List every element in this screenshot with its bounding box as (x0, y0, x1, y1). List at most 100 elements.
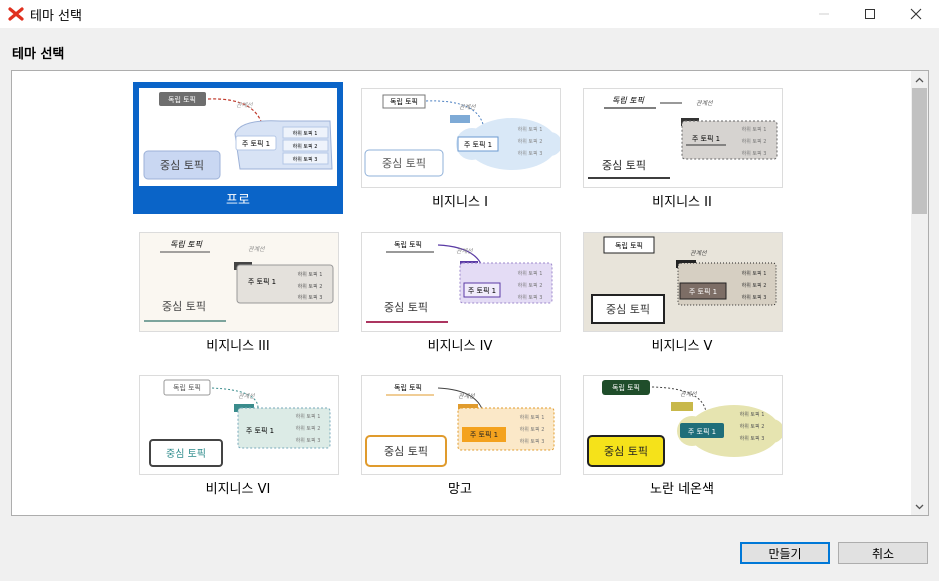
svg-text:하위 토픽 1: 하위 토픽 1 (518, 126, 543, 133)
vertical-scrollbar[interactable] (911, 71, 928, 515)
theme-name: 프로 (226, 193, 250, 208)
svg-text:하위 토픽 2: 하위 토픽 2 (742, 282, 767, 289)
svg-text:하위 토픽 1: 하위 토픽 1 (520, 414, 545, 421)
svg-text:하위 토픽 3: 하위 토픽 3 (293, 156, 318, 163)
svg-text:하위 토픽 3: 하위 토픽 3 (298, 294, 323, 301)
svg-text:주 토픽 1: 주 토픽 1 (688, 427, 716, 436)
scroll-up-arrow-icon (915, 77, 924, 82)
svg-text:관계선: 관계선 (680, 391, 698, 398)
close-icon (910, 8, 922, 20)
svg-text:주 토픽 1: 주 토픽 1 (689, 287, 717, 296)
svg-text:하위 토픽 1: 하위 토픽 1 (298, 271, 323, 278)
svg-text:하위 토픽 3: 하위 토픽 3 (740, 435, 765, 442)
svg-text:하위 토픽 1: 하위 토픽 1 (296, 413, 321, 420)
svg-text:독립 토픽: 독립 토픽 (394, 240, 422, 249)
minimize-icon (819, 13, 829, 15)
theme-thumbnail: 독립 토픽 관계선 주 토픽 1 하위 토픽 1 하위 토픽 2 하위 토픽 3… (361, 232, 561, 332)
title-bar: 테마 선택 (0, 0, 939, 28)
svg-text:주 토픽 1: 주 토픽 1 (464, 140, 492, 149)
xmind-icon (8, 7, 24, 21)
svg-text:관계선: 관계선 (696, 100, 714, 107)
svg-text:중심 토픽: 중심 토픽 (384, 445, 428, 458)
theme-tile-pro[interactable]: 독립 토픽 관계선 주 토픽 1 하위 토픽 1 하위 토픽 2 하위 토픽 3… (133, 82, 343, 214)
theme-name: 비지니스 IV (427, 339, 493, 354)
svg-text:중심 토픽: 중심 토픽 (384, 301, 428, 314)
svg-text:독립 토픽: 독립 토픽 (612, 96, 645, 105)
svg-text:하위 토픽 2: 하위 토픽 2 (518, 138, 543, 145)
scrollbar-thumb[interactable] (912, 88, 927, 214)
svg-text:주 토픽 1: 주 토픽 1 (248, 277, 276, 286)
svg-text:하위 토픽 3: 하위 토픽 3 (742, 150, 767, 157)
svg-text:독립 토픽: 독립 토픽 (615, 241, 643, 250)
scroll-up-button[interactable] (911, 71, 928, 88)
svg-text:중심 토픽: 중심 토픽 (166, 448, 206, 460)
theme-thumbnail: 독립 토픽 관계선 주 토픽 1 하위 토픽 1 하위 토픽 2 하위 토픽 3… (583, 375, 783, 475)
svg-text:하위 토픽 2: 하위 토픽 2 (742, 138, 767, 145)
svg-text:독립 토픽: 독립 토픽 (394, 383, 422, 392)
svg-text:중심 토픽: 중심 토픽 (606, 303, 650, 316)
svg-text:관계선: 관계선 (458, 393, 476, 400)
theme-name: 비지니스 VI (205, 482, 271, 497)
theme-name: 비지니스 II (652, 195, 712, 210)
svg-text:관계선: 관계선 (236, 102, 254, 109)
svg-text:독립 토픽: 독립 토픽 (173, 383, 201, 392)
svg-text:관계선: 관계선 (456, 248, 474, 255)
theme-gallery: 독립 토픽 관계선 주 토픽 1 하위 토픽 1 하위 토픽 2 하위 토픽 3… (11, 70, 929, 516)
theme-thumbnail: 독립 토픽 관계선 주 토픽 1 하위 토픽 1 하위 토픽 2 하위 토픽 3… (139, 88, 337, 186)
svg-text:하위 토픽 2: 하위 토픽 2 (520, 426, 545, 433)
svg-text:하위 토픽 2: 하위 토픽 2 (518, 282, 543, 289)
svg-text:주 토픽 1: 주 토픽 1 (246, 426, 274, 435)
svg-text:독립 토픽: 독립 토픽 (612, 383, 640, 392)
window-title: 테마 선택 (30, 9, 82, 24)
theme-name: 비지니스 III (206, 339, 270, 354)
svg-text:주 토픽 1: 주 토픽 1 (468, 286, 496, 295)
svg-text:하위 토픽 3: 하위 토픽 3 (296, 437, 321, 444)
svg-text:주 토픽 1: 주 토픽 1 (692, 134, 720, 143)
svg-text:하위 토픽 1: 하위 토픽 1 (518, 270, 543, 277)
svg-text:하위 토픽 3: 하위 토픽 3 (520, 438, 545, 445)
theme-thumbnail: 독립 토픽 관계선 주 토픽 1 하위 토픽 1 하위 토픽 2 하위 토픽 3… (583, 232, 783, 332)
svg-text:하위 토픽 2: 하위 토픽 2 (296, 425, 321, 432)
theme-name: 비지니스 V (651, 339, 713, 354)
svg-text:주 토픽 1: 주 토픽 1 (242, 139, 270, 148)
theme-name: 망고 (448, 482, 472, 497)
svg-text:하위 토픽 3: 하위 토픽 3 (518, 150, 543, 157)
theme-thumbnail: 독립 토픽 관계선 주 토픽 1 하위 토픽 1 하위 토픽 2 하위 토픽 3… (583, 88, 783, 188)
svg-text:중심 토픽: 중심 토픽 (162, 300, 206, 313)
svg-text:하위 토픽 1: 하위 토픽 1 (742, 270, 767, 277)
svg-text:하위 토픽 2: 하위 토픽 2 (298, 283, 323, 290)
scroll-down-button[interactable] (911, 498, 928, 515)
svg-text:하위 토픽 1: 하위 토픽 1 (742, 126, 767, 133)
minimize-button[interactable] (801, 0, 847, 28)
theme-thumbnail: 독립 토픽 관계선 주 토픽 1 하위 토픽 1 하위 토픽 2 하위 토픽 3… (361, 88, 561, 188)
cancel-button[interactable]: 취소 (838, 542, 928, 564)
svg-text:중심 토픽: 중심 토픽 (160, 159, 204, 172)
svg-text:독립 토픽: 독립 토픽 (390, 97, 418, 106)
create-button[interactable]: 만들기 (740, 542, 830, 564)
theme-thumbnail: 독립 토픽 관계선 주 토픽 1 하위 토픽 1 하위 토픽 2 하위 토픽 3… (139, 232, 339, 332)
floating-topic-text: 독립 토픽 (168, 95, 196, 104)
theme-name: 비지니스 I (432, 195, 488, 210)
svg-text:하위 토픽 2: 하위 토픽 2 (740, 423, 765, 430)
theme-name: 노란 네온색 (650, 482, 714, 497)
maximize-icon (865, 9, 875, 19)
svg-text:중심 토픽: 중심 토픽 (602, 159, 646, 172)
svg-text:관계선: 관계선 (248, 246, 266, 253)
svg-text:하위 토픽 3: 하위 토픽 3 (518, 294, 543, 301)
svg-text:하위 토픽 3: 하위 토픽 3 (742, 294, 767, 301)
maximize-button[interactable] (847, 0, 893, 28)
svg-text:관계선: 관계선 (690, 250, 708, 257)
section-heading: 테마 선택 (12, 47, 65, 62)
svg-text:독립 토픽: 독립 토픽 (170, 240, 203, 249)
svg-text:중심 토픽: 중심 토픽 (604, 445, 648, 458)
svg-text:중심 토픽: 중심 토픽 (382, 157, 426, 170)
close-button[interactable] (893, 0, 939, 28)
theme-thumbnail: 독립 토픽 관계선 주 토픽 1 하위 토픽 1 하위 토픽 2 하위 토픽 3… (361, 375, 561, 475)
scroll-down-arrow-icon (915, 504, 924, 509)
svg-text:하위 토픽 1: 하위 토픽 1 (740, 411, 765, 418)
svg-text:하위 토픽 1: 하위 토픽 1 (293, 130, 318, 137)
svg-text:하위 토픽 2: 하위 토픽 2 (293, 143, 318, 150)
svg-text:관계선: 관계선 (238, 393, 256, 400)
svg-text:관계선: 관계선 (459, 104, 477, 111)
theme-thumbnail: 독립 토픽 관계선 주 토픽 1 하위 토픽 1 하위 토픽 2 하위 토픽 3… (139, 375, 339, 475)
